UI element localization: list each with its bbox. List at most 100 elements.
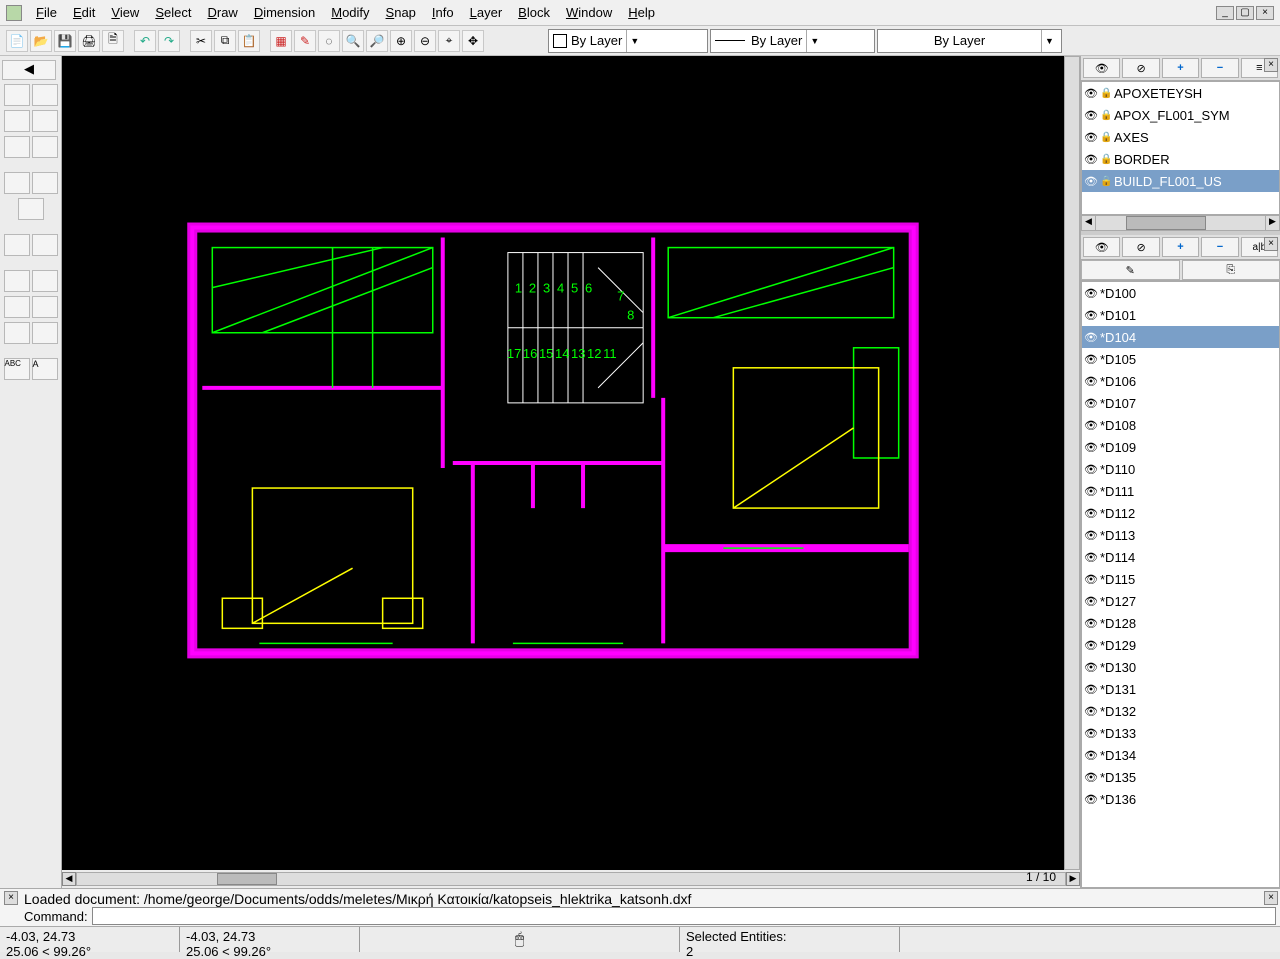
block-row[interactable]: 👁*D131 <box>1082 678 1279 700</box>
tab-insert-icon[interactable]: ⎘ <box>1182 260 1280 280</box>
block-row[interactable]: 👁*D111 <box>1082 480 1279 502</box>
menu-modify[interactable]: Modify <box>323 2 377 23</box>
zoom-prev-icon[interactable]: ⊖ <box>414 30 436 52</box>
print-icon[interactable]: 🖨 <box>78 30 100 52</box>
scrollbar-vertical[interactable] <box>1064 56 1080 870</box>
zoom-auto-icon[interactable]: ⊕ <box>390 30 412 52</box>
pan-icon[interactable]: ✥ <box>462 30 484 52</box>
scrollbar-horizontal[interactable] <box>76 872 1066 886</box>
show-all-icon[interactable]: 👁 <box>1083 58 1120 78</box>
tool-arrow1-icon[interactable] <box>4 172 30 194</box>
block-row[interactable]: 👁*D115 <box>1082 568 1279 590</box>
tool-trim1-icon[interactable] <box>4 270 30 292</box>
scroll-right-icon[interactable]: ▶ <box>1265 216 1279 230</box>
tool-textbox-icon[interactable]: A <box>32 358 58 380</box>
window-min-icon[interactable]: _ <box>1216 6 1234 20</box>
menu-block[interactable]: Block <box>510 2 558 23</box>
remove-block-icon[interactable]: − <box>1201 237 1238 257</box>
remove-layer-icon[interactable]: − <box>1201 58 1238 78</box>
tool-hatch2-icon[interactable] <box>32 296 58 318</box>
menu-snap[interactable]: Snap <box>378 2 424 23</box>
new-icon[interactable]: 📄 <box>6 30 28 52</box>
block-row[interactable]: 👁*D110 <box>1082 458 1279 480</box>
block-row[interactable]: 👁*D135 <box>1082 766 1279 788</box>
block-list[interactable]: 👁*D100👁*D101👁*D104👁*D105👁*D106👁*D107👁*D1… <box>1081 281 1280 888</box>
save-icon[interactable]: 💾 <box>54 30 76 52</box>
tool-x1-icon[interactable] <box>4 136 30 158</box>
block-row[interactable]: 👁*D112 <box>1082 502 1279 524</box>
undo-icon[interactable]: ↶ <box>134 30 156 52</box>
scroll-right-icon[interactable]: ▶ <box>1066 872 1080 886</box>
add-block-icon[interactable]: + <box>1162 237 1199 257</box>
tool-arc2-icon[interactable] <box>32 234 58 256</box>
tool-dot-icon[interactable] <box>4 322 30 344</box>
block-row[interactable]: 👁*D133 <box>1082 722 1279 744</box>
block-row[interactable]: 👁*D107 <box>1082 392 1279 414</box>
scroll-left-icon[interactable]: ◀ <box>1082 216 1096 230</box>
menu-file[interactable]: File <box>28 2 65 23</box>
add-layer-icon[interactable]: + <box>1162 58 1199 78</box>
copy-icon[interactable]: ⧉ <box>214 30 236 52</box>
tab-edit-icon[interactable]: ✎ <box>1081 260 1180 280</box>
draft-icon[interactable]: ✎ <box>294 30 316 52</box>
block-row[interactable]: 👁*D105 <box>1082 348 1279 370</box>
menu-dimension[interactable]: Dimension <box>246 2 323 23</box>
block-row[interactable]: 👁*D101 <box>1082 304 1279 326</box>
linewidth-combo[interactable]: By Layer ▼ <box>877 29 1062 53</box>
hide-all-icon[interactable]: ⊘ <box>1122 58 1159 78</box>
block-row[interactable]: 👁*D100 <box>1082 282 1279 304</box>
layer-row[interactable]: 👁🔒BORDER <box>1082 148 1279 170</box>
block-row[interactable]: 👁*D104 <box>1082 326 1279 348</box>
tool-mirror-icon[interactable] <box>32 110 58 132</box>
menu-help[interactable]: Help <box>620 2 663 23</box>
hide-all-icon[interactable]: ⊘ <box>1122 237 1159 257</box>
tool-wand-icon[interactable] <box>32 322 58 344</box>
cmdbar-close2-icon[interactable]: × <box>1264 891 1278 905</box>
show-all-icon[interactable]: 👁 <box>1083 237 1120 257</box>
block-row[interactable]: 👁*D136 <box>1082 788 1279 810</box>
command-input[interactable] <box>92 907 1276 925</box>
block-row[interactable]: 👁*D134 <box>1082 744 1279 766</box>
panel-close-icon[interactable]: × <box>1264 58 1278 72</box>
layer-row[interactable]: 👁🔒APOXETEYSH <box>1082 82 1279 104</box>
layer-row[interactable]: 👁🔒BUILD_FL001_US <box>1082 170 1279 192</box>
tool-text-icon[interactable]: ABC <box>4 358 30 380</box>
block-row[interactable]: 👁*D106 <box>1082 370 1279 392</box>
block-row[interactable]: 👁*D127 <box>1082 590 1279 612</box>
menu-layer[interactable]: Layer <box>462 2 511 23</box>
select-rect-icon[interactable]: ◌ <box>318 30 340 52</box>
paste-icon[interactable]: 📋 <box>238 30 260 52</box>
block-row[interactable]: 👁*D132 <box>1082 700 1279 722</box>
menu-edit[interactable]: Edit <box>65 2 103 23</box>
tool-parallel-icon[interactable] <box>4 110 30 132</box>
zoom-in-icon[interactable]: 🔍 <box>342 30 364 52</box>
zoom-out-icon[interactable]: 🔎 <box>366 30 388 52</box>
scroll-left-icon[interactable]: ◀ <box>62 872 76 886</box>
tool-trim2-icon[interactable] <box>32 270 58 292</box>
menu-info[interactable]: Info <box>424 2 462 23</box>
tool-x2-icon[interactable] <box>32 136 58 158</box>
layer-row[interactable]: 👁🔒APOX_FL001_SYM <box>1082 104 1279 126</box>
panel-close-icon[interactable]: × <box>1264 237 1278 251</box>
tool-polyline-icon[interactable] <box>32 84 58 106</box>
tool-hatch1-icon[interactable] <box>4 296 30 318</box>
tool-arrow2-icon[interactable] <box>32 172 58 194</box>
color-combo[interactable]: By Layer ▼ <box>548 29 708 53</box>
block-row[interactable]: 👁*D129 <box>1082 634 1279 656</box>
window-max-icon[interactable]: ▢ <box>1236 6 1254 20</box>
zoom-window-icon[interactable]: ⌖ <box>438 30 460 52</box>
tool-arrow3-icon[interactable] <box>18 198 44 220</box>
layer-list[interactable]: 👁🔒APOXETEYSH👁🔒APOX_FL001_SYM👁🔒AXES👁🔒BORD… <box>1081 81 1280 215</box>
linetype-combo[interactable]: By Layer ▼ <box>710 29 875 53</box>
drawing-canvas[interactable]: 123 456 78 111213 141516 17 <box>62 56 1064 870</box>
grid-icon[interactable]: ▦ <box>270 30 292 52</box>
cut-icon[interactable]: ✂ <box>190 30 212 52</box>
open-icon[interactable]: 📂 <box>30 30 52 52</box>
menu-view[interactable]: View <box>103 2 147 23</box>
cmdbar-close-icon[interactable]: × <box>4 891 18 905</box>
redo-icon[interactable]: ↷ <box>158 30 180 52</box>
block-row[interactable]: 👁*D108 <box>1082 414 1279 436</box>
block-row[interactable]: 👁*D128 <box>1082 612 1279 634</box>
menu-draw[interactable]: Draw <box>199 2 245 23</box>
block-row[interactable]: 👁*D109 <box>1082 436 1279 458</box>
